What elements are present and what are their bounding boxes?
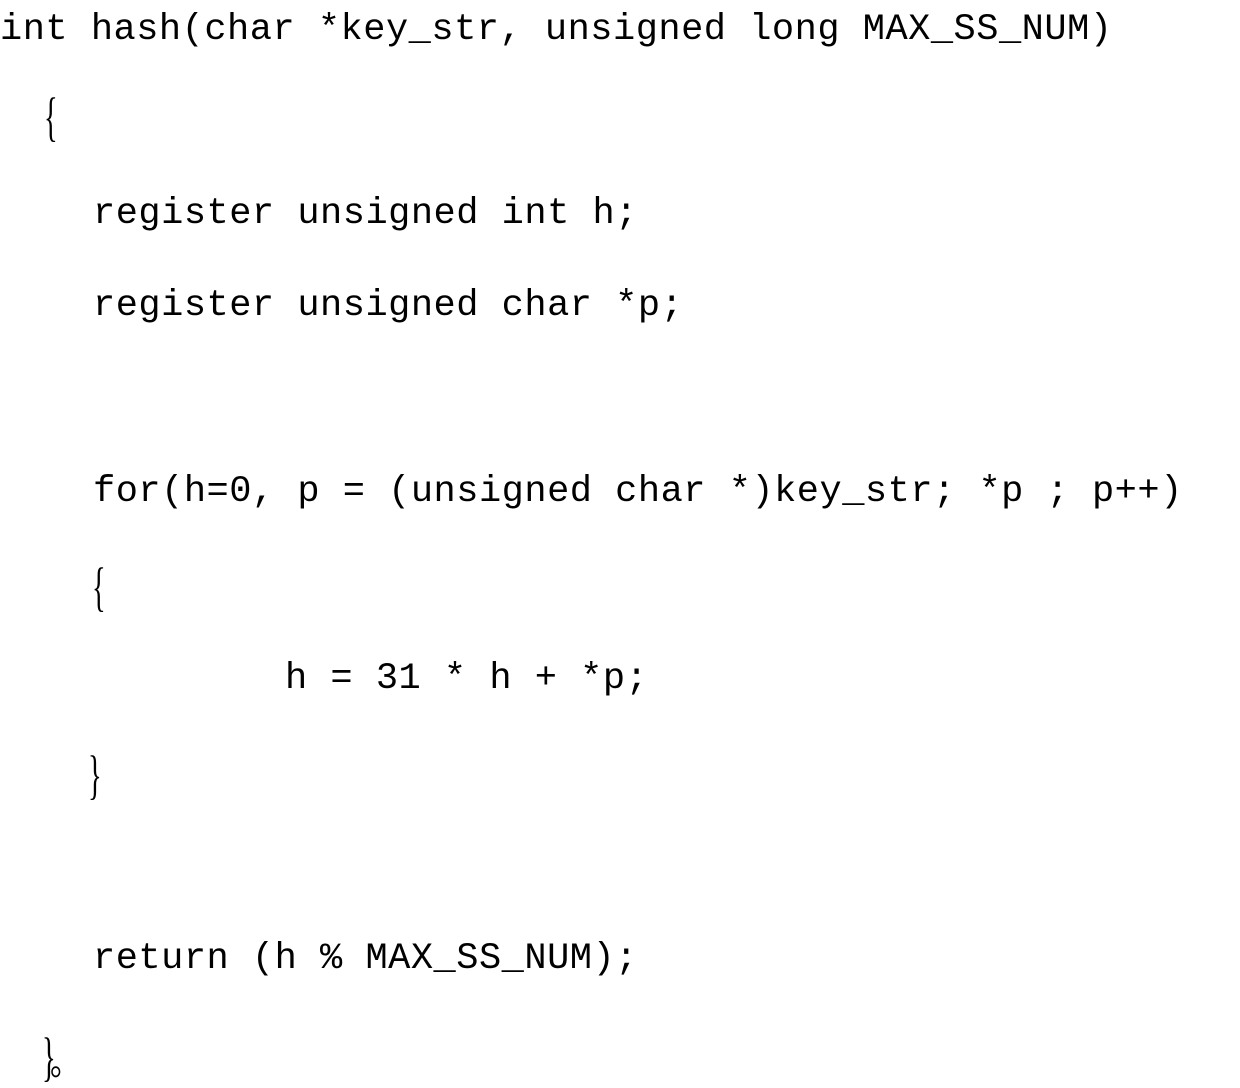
code-line-close-brace-loop: } — [88, 744, 102, 805]
code-listing-page: int hash(char *key_str, unsigned long MA… — [0, 0, 1240, 1088]
code-line-for-statement: for(h=0, p = (unsigned char *)key_str; *… — [93, 471, 1183, 513]
code-line-hash-accumulate: h = 31 * h + *p; — [285, 658, 649, 700]
code-line-declare-h: register unsigned int h; — [93, 193, 638, 235]
ideographic-full-stop: 。 — [50, 1042, 80, 1085]
code-line-function-signature: int hash(char *key_str, unsigned long MA… — [0, 9, 1113, 51]
code-line-return-statement: return (h % MAX_SS_NUM); — [93, 938, 638, 980]
code-line-open-brace-loop: { — [92, 556, 106, 617]
code-line-close-brace-function: }。 — [42, 1029, 80, 1088]
code-line-open-brace-function: { — [44, 86, 58, 147]
code-line-declare-p: register unsigned char *p; — [93, 285, 684, 327]
